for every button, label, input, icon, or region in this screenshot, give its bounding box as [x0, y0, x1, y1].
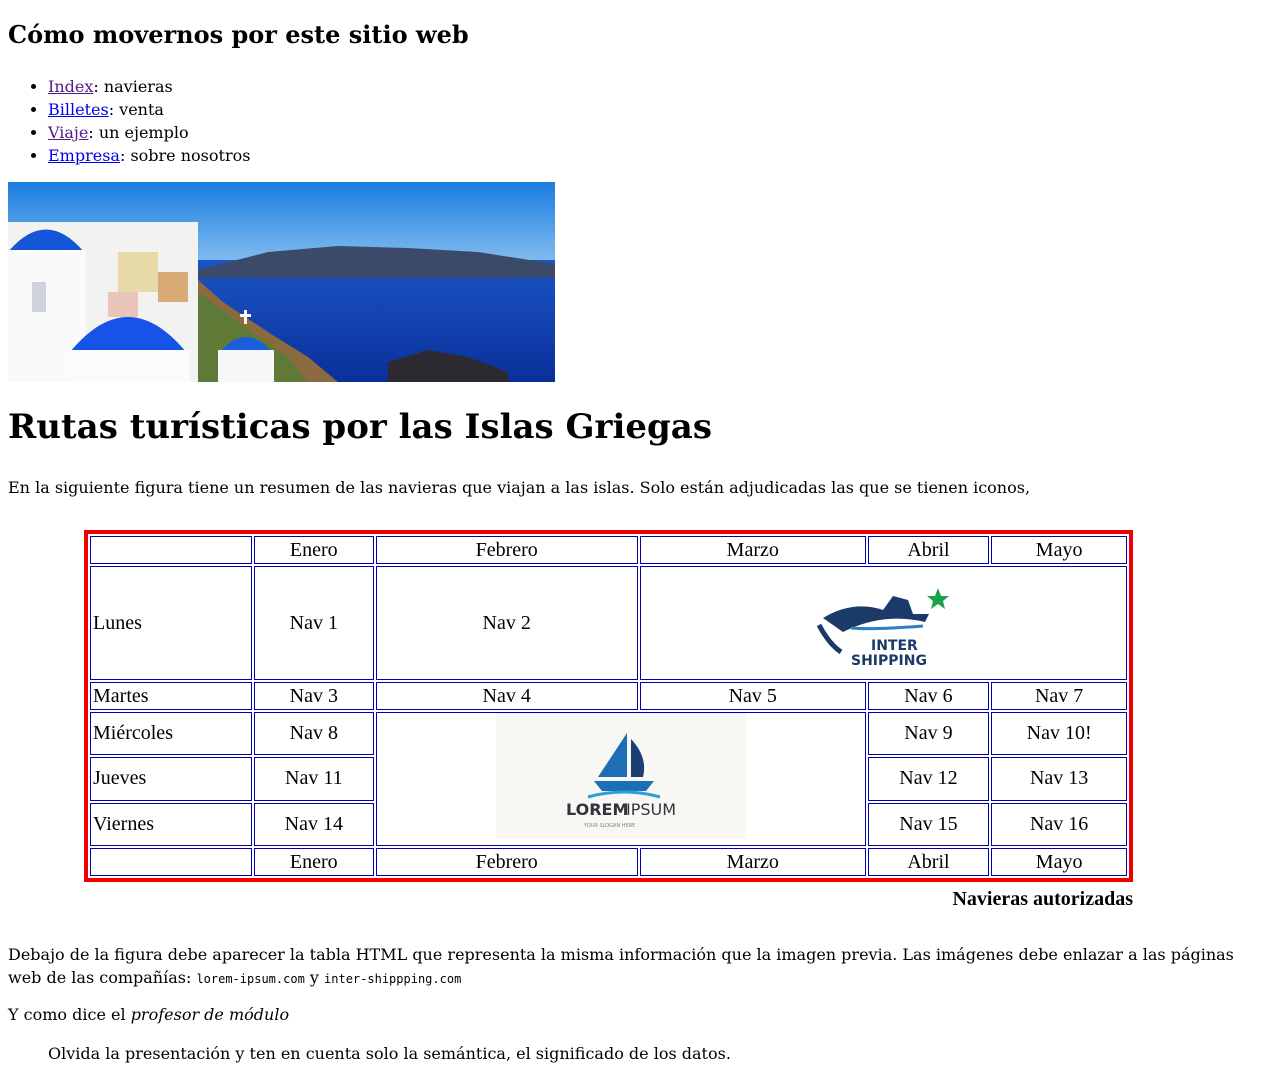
routes-table: Enero Febrero Marzo Abril Mayo Lunes Nav…: [84, 530, 1133, 882]
inter-shipping-logo-line1: INTER: [871, 638, 918, 654]
table-cell: Nav 16: [991, 802, 1127, 846]
inter-shipping-logo: INTER SHIPPING: [817, 588, 950, 669]
quote-intro-text: Y como dice el: [8, 1005, 131, 1024]
month-footer: Febrero: [375, 848, 638, 876]
quote-intro-emphasis: profesor de módulo: [130, 1005, 290, 1024]
lorem-ipsum-logo-name-b: IPSUM: [626, 800, 676, 819]
day-header: Lunes: [90, 566, 253, 680]
table-body: Lunes Nav 1 Nav 2 INTER SHIPPING Martes …: [90, 566, 1127, 846]
corner-cell: [90, 536, 253, 564]
inter-shipping-domain: inter-shippping.com: [324, 972, 462, 986]
nav-desc: : navieras: [93, 77, 173, 96]
lorem-ipsum-logo-link[interactable]: LOREM IPSUM YOUR SLOGAN HERE: [495, 713, 746, 845]
day-header: Miércoles: [90, 712, 253, 756]
table-cell: Nav 4: [375, 682, 638, 710]
quote-block: Olvida la presentación y ten en cuenta s…: [48, 1044, 731, 1063]
description-part: y: [304, 968, 325, 987]
nav-item-empresa: Empresa: sobre nosotros: [48, 144, 250, 167]
table-cell: Nav 7: [991, 682, 1127, 710]
quote-intro: Y como dice el profesor de módulo: [8, 1005, 289, 1024]
table-cell: Nav 12: [867, 757, 990, 801]
nav-link-billetes[interactable]: Billetes: [48, 100, 109, 119]
nav-item-viaje: Viaje: un ejemplo: [48, 121, 250, 144]
lorem-ipsum-logo-cell: LOREM IPSUM YOUR SLOGAN HERE: [375, 712, 866, 846]
lorem-ipsum-logo: LOREM IPSUM YOUR SLOGAN HERE: [495, 713, 746, 839]
corner-cell: [90, 848, 253, 876]
table-cell: Nav 6: [867, 682, 990, 710]
nav-item-index: Index: navieras: [48, 75, 250, 98]
nav-desc: : un ejemplo: [88, 123, 189, 142]
month-footer: Enero: [254, 848, 374, 876]
hero-image-santorini: [8, 182, 555, 382]
table-caption: Navieras autorizadas: [952, 888, 1133, 910]
table-foot: Enero Febrero Marzo Abril Mayo: [90, 848, 1127, 876]
page-title: Rutas turísticas por las Islas Griegas: [8, 407, 712, 447]
month-header: Enero: [254, 536, 374, 564]
day-header: Jueves: [90, 757, 253, 801]
nav-desc: : sobre nosotros: [119, 146, 251, 165]
table-row: Lunes Nav 1 Nav 2 INTER SHIPPING: [90, 566, 1127, 680]
day-header: Viernes: [90, 802, 253, 846]
table-cell: Nav 14: [254, 802, 374, 846]
table-row: Miércoles Nav 8 LOREM IPSUM YOUR SLOGAN …: [90, 712, 1127, 846]
table-cell: Nav 15: [867, 802, 990, 846]
nav-link-viaje[interactable]: Viaje: [48, 123, 88, 142]
table-row: Enero Febrero Marzo Abril Mayo: [90, 848, 1127, 876]
table-cell: Nav 13: [991, 757, 1127, 801]
table-row: Enero Febrero Marzo Abril Mayo: [90, 536, 1127, 564]
nav-link-index[interactable]: Index: [48, 77, 93, 96]
description-text: Debajo de la figura debe aparecer la tab…: [8, 943, 1268, 991]
table-row: Martes Nav 3 Nav 4 Nav 5 Nav 6 Nav 7: [90, 682, 1127, 710]
day-header: Martes: [90, 682, 253, 710]
nav-desc: : venta: [108, 100, 164, 119]
inter-shipping-logo-cell: INTER SHIPPING: [639, 566, 1127, 680]
table-cell: Nav 5: [639, 682, 866, 710]
month-header: Abril: [867, 536, 990, 564]
nav-list: Index: navieras Billetes: venta Viaje: u…: [8, 75, 250, 167]
table-cell: Nav 2: [375, 566, 638, 680]
month-footer: Mayo: [991, 848, 1127, 876]
nav-title: Cómo movernos por este sitio web: [8, 20, 469, 49]
month-header: Febrero: [375, 536, 638, 564]
table-head: Enero Febrero Marzo Abril Mayo: [90, 536, 1127, 564]
lorem-ipsum-domain: lorem-ipsum.com: [196, 972, 305, 986]
table-cell: Nav 11: [254, 757, 374, 801]
lorem-ipsum-logo-name-a: LOREM: [566, 800, 628, 819]
month-footer: Marzo: [639, 848, 866, 876]
table-cell: Nav 8: [254, 712, 374, 756]
month-header: Marzo: [639, 536, 866, 564]
table-cell: Nav 1: [254, 566, 374, 680]
table-cell: Nav 9: [867, 712, 990, 756]
inter-shipping-logo-link[interactable]: INTER SHIPPING: [813, 570, 953, 676]
table-cell: Nav 3: [254, 682, 374, 710]
description-part: Debajo de la figura debe aparecer la tab…: [8, 945, 1234, 987]
table-cell: Nav 10!: [991, 712, 1127, 756]
month-header: Mayo: [991, 536, 1127, 564]
santorini-picture: [8, 182, 555, 382]
nav-link-empresa[interactable]: Empresa: [48, 146, 120, 165]
lorem-ipsum-logo-slogan: YOUR SLOGAN HERE: [583, 823, 635, 829]
nav-item-billetes: Billetes: venta: [48, 98, 250, 121]
month-footer: Abril: [867, 848, 990, 876]
inter-shipping-logo-line2: SHIPPING: [851, 653, 927, 669]
intro-text: En la siguiente figura tiene un resumen …: [8, 478, 1031, 497]
